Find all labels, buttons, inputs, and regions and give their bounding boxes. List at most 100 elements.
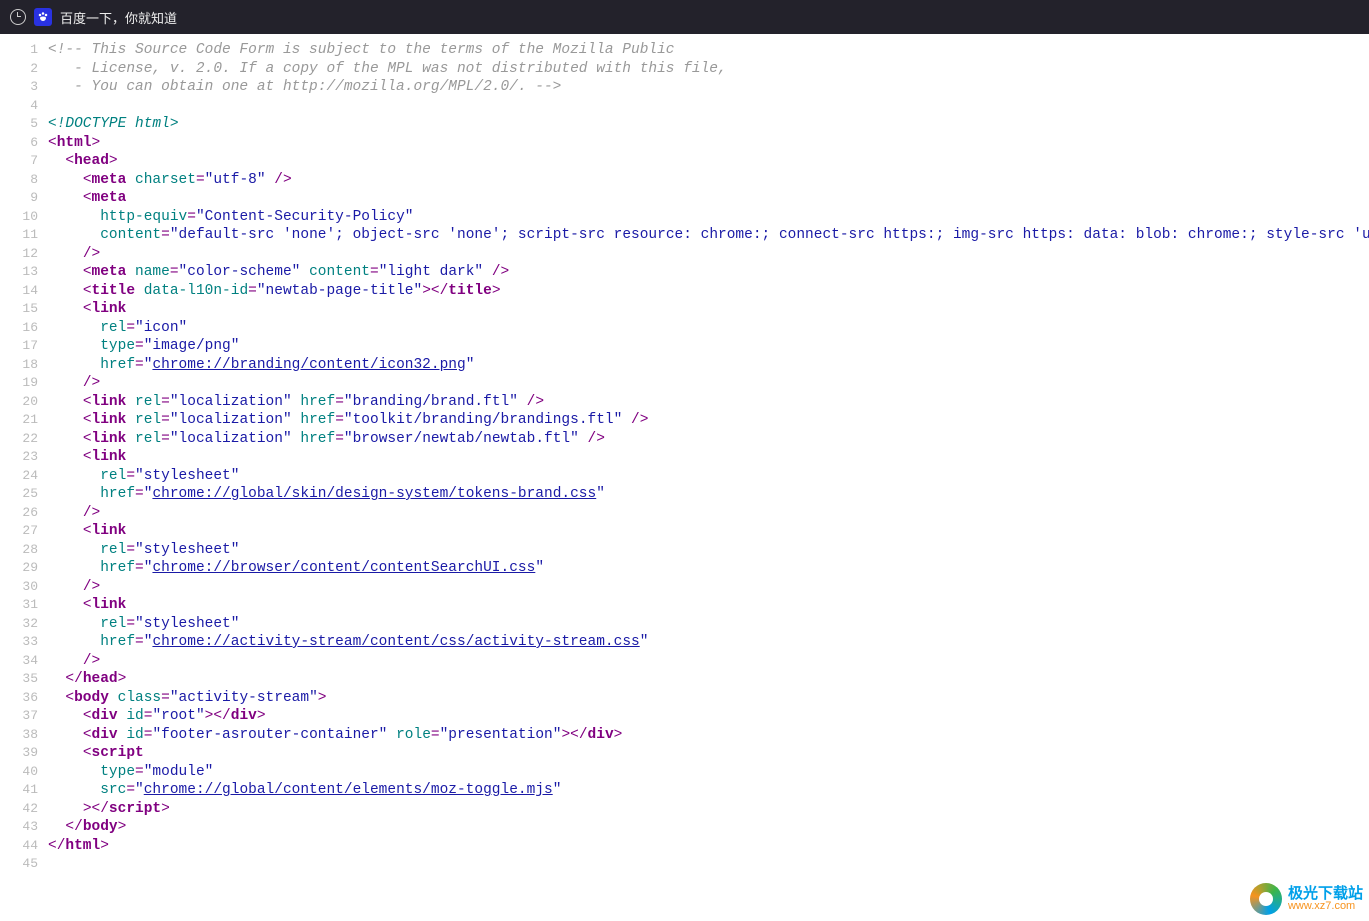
line-number: 20 [0,393,38,412]
code-line[interactable]: href="chrome://activity-stream/content/c… [48,633,1369,652]
line-number: 32 [0,615,38,634]
line-number: 15 [0,300,38,319]
line-number: 14 [0,282,38,301]
line-number: 38 [0,726,38,745]
watermark-logo-icon [1250,883,1282,915]
line-number: 33 [0,633,38,652]
code-line[interactable]: - License, v. 2.0. If a copy of the MPL … [48,60,1369,79]
code-line[interactable]: /> [48,245,1369,264]
code-line[interactable]: /> [48,578,1369,597]
line-number: 4 [0,97,38,116]
code-line[interactable]: href="chrome://browser/content/contentSe… [48,559,1369,578]
line-number: 29 [0,559,38,578]
line-number: 39 [0,744,38,763]
line-number: 19 [0,374,38,393]
line-number: 3 [0,78,38,97]
clock-icon[interactable] [10,9,26,25]
line-number-gutter: 1234567891011121314151617181920212223242… [0,34,44,921]
line-number: 37 [0,707,38,726]
code-line[interactable]: <meta [48,189,1369,208]
code-content-area[interactable]: <!-- This Source Code Form is subject to… [44,34,1369,921]
code-line[interactable]: <script [48,744,1369,763]
code-line[interactable]: <link [48,300,1369,319]
line-number: 28 [0,541,38,560]
code-line[interactable]: type="image/png" [48,337,1369,356]
code-line[interactable]: rel="stylesheet" [48,615,1369,634]
line-number: 17 [0,337,38,356]
code-line[interactable]: href="chrome://global/skin/design-system… [48,485,1369,504]
line-number: 2 [0,60,38,79]
code-line[interactable]: <body class="activity-stream"> [48,689,1369,708]
line-number: 42 [0,800,38,819]
code-line[interactable]: <html> [48,134,1369,153]
line-number: 16 [0,319,38,338]
source-code-viewer: 1234567891011121314151617181920212223242… [0,34,1369,921]
code-line[interactable]: <!DOCTYPE html> [48,115,1369,134]
code-line[interactable]: rel="icon" [48,319,1369,338]
code-line[interactable]: ></script> [48,800,1369,819]
line-number: 13 [0,263,38,282]
line-number: 24 [0,467,38,486]
line-number: 34 [0,652,38,671]
line-number: 35 [0,670,38,689]
code-line[interactable]: src="chrome://global/content/elements/mo… [48,781,1369,800]
code-line[interactable]: </body> [48,818,1369,837]
code-line[interactable]: <head> [48,152,1369,171]
baidu-favicon-icon [34,8,52,26]
code-line[interactable]: href="chrome://branding/content/icon32.p… [48,356,1369,375]
line-number: 27 [0,522,38,541]
code-line[interactable]: <link [48,596,1369,615]
line-number: 10 [0,208,38,227]
line-number: 1 [0,41,38,60]
line-number: 41 [0,781,38,800]
line-number: 44 [0,837,38,856]
code-line[interactable]: type="module" [48,763,1369,782]
code-line[interactable]: <link [48,448,1369,467]
line-number: 30 [0,578,38,597]
line-number: 26 [0,504,38,523]
line-number: 21 [0,411,38,430]
code-line[interactable]: <div id="footer-asrouter-container" role… [48,726,1369,745]
line-number: 11 [0,226,38,245]
code-line[interactable]: </head> [48,670,1369,689]
code-line[interactable]: <!-- This Source Code Form is subject to… [48,41,1369,60]
watermark: 极光下载站 www.xz7.com [1250,883,1363,915]
code-line[interactable]: <link rel="localization" href="branding/… [48,393,1369,412]
code-line[interactable]: </html> [48,837,1369,856]
line-number: 6 [0,134,38,153]
code-line[interactable]: <link [48,522,1369,541]
code-line[interactable]: rel="stylesheet" [48,467,1369,486]
line-number: 22 [0,430,38,449]
line-number: 18 [0,356,38,375]
line-number: 9 [0,189,38,208]
code-line[interactable]: <div id="root"></div> [48,707,1369,726]
browser-tab-title[interactable]: 百度一下，你就知道 [60,8,177,27]
line-number: 31 [0,596,38,615]
line-number: 45 [0,855,38,874]
code-line[interactable]: <title data-l10n-id="newtab-page-title">… [48,282,1369,301]
code-line[interactable]: <link rel="localization" href="toolkit/b… [48,411,1369,430]
line-number: 36 [0,689,38,708]
code-line[interactable]: http-equiv="Content-Security-Policy" [48,208,1369,227]
code-line[interactable]: rel="stylesheet" [48,541,1369,560]
watermark-name: 极光下载站 [1288,886,1363,901]
code-line[interactable]: /> [48,652,1369,671]
code-line[interactable]: <meta charset="utf-8" /> [48,171,1369,190]
code-line[interactable]: /> [48,374,1369,393]
line-number: 12 [0,245,38,264]
line-number: 25 [0,485,38,504]
code-line[interactable]: <meta name="color-scheme" content="light… [48,263,1369,282]
titlebar: 百度一下，你就知道 [0,0,1369,34]
code-line[interactable]: /> [48,504,1369,523]
line-number: 43 [0,818,38,837]
code-line[interactable]: - You can obtain one at http://mozilla.o… [48,78,1369,97]
code-line[interactable]: content="default-src 'none'; object-src … [48,226,1369,245]
code-line[interactable]: <link rel="localization" href="browser/n… [48,430,1369,449]
code-line[interactable] [48,855,1369,874]
code-line[interactable] [48,97,1369,116]
line-number: 8 [0,171,38,190]
line-number: 7 [0,152,38,171]
line-number: 23 [0,448,38,467]
watermark-url: www.xz7.com [1288,901,1363,912]
line-number: 40 [0,763,38,782]
